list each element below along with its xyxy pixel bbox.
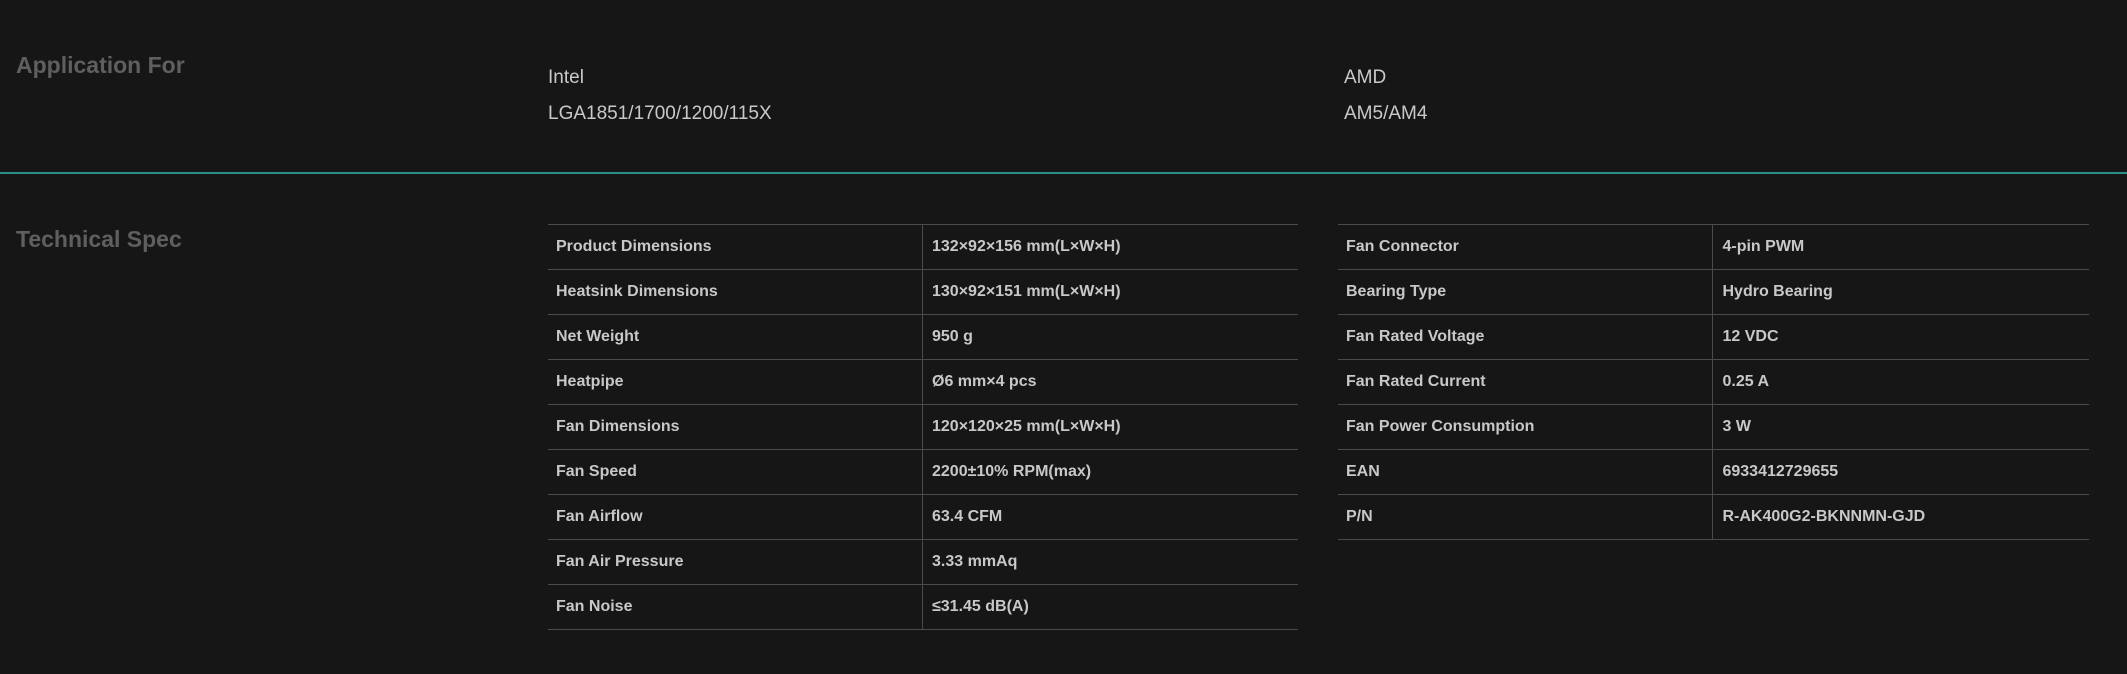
spec-label: Bearing Type: [1338, 269, 1714, 315]
table-row: Fan Noise ≤31.45 dB(A): [548, 584, 1298, 630]
section-divider: [0, 172, 2127, 174]
spec-value: 4-pin PWM: [1712, 224, 2089, 270]
spec-label: Heatsink Dimensions: [548, 269, 923, 315]
intel-sockets: LGA1851/1700/1200/115X: [548, 103, 772, 124]
spec-label: Fan Noise: [548, 584, 923, 630]
table-row: Fan Power Consumption 3 W: [1338, 404, 2089, 450]
table-row: Product Dimensions 132×92×156 mm(L×W×H): [548, 224, 1298, 270]
table-row: Fan Rated Current 0.25 A: [1338, 359, 2089, 405]
spec-value: 6933412729655: [1712, 449, 2089, 495]
spec-label: Fan Connector: [1338, 224, 1714, 270]
spec-label: Heatpipe: [548, 359, 923, 405]
platform-amd: AMD AM5/AM4: [1344, 60, 1427, 132]
table-row: Bearing Type Hydro Bearing: [1338, 269, 2089, 315]
table-row: Heatpipe Ø6 mm×4 pcs: [548, 359, 1298, 405]
table-row: P/N R-AK400G2-BKNNMN-GJD: [1338, 494, 2089, 540]
table-row: Net Weight 950 g: [548, 314, 1298, 360]
table-row: Fan Speed 2200±10% RPM(max): [548, 449, 1298, 495]
table-row: Fan Air Pressure 3.33 mmAq: [548, 539, 1298, 585]
spec-label: Fan Power Consumption: [1338, 404, 1714, 450]
spec-label: Fan Rated Current: [1338, 359, 1714, 405]
spec-label: Fan Rated Voltage: [1338, 314, 1714, 360]
application-for-heading: Application For: [16, 52, 185, 78]
spec-label: Net Weight: [548, 314, 923, 360]
spec-value: 120×120×25 mm(L×W×H): [922, 404, 1298, 450]
spec-value: R-AK400G2-BKNNMN-GJD: [1712, 494, 2089, 540]
spec-label: Product Dimensions: [548, 224, 923, 270]
spec-value: 3.33 mmAq: [922, 539, 1298, 585]
table-row: Fan Connector 4-pin PWM: [1338, 224, 2089, 270]
spec-value: ≤31.45 dB(A): [922, 584, 1298, 630]
spec-value: 130×92×151 mm(L×W×H): [922, 269, 1298, 315]
spec-label: P/N: [1338, 494, 1714, 540]
table-row: Heatsink Dimensions 130×92×151 mm(L×W×H): [548, 269, 1298, 315]
spec-value: 3 W: [1712, 404, 2089, 450]
platform-intel: Intel LGA1851/1700/1200/115X: [548, 60, 772, 132]
spec-table-left: Product Dimensions 132×92×156 mm(L×W×H) H…: [548, 224, 1298, 630]
spec-label: Fan Airflow: [548, 494, 923, 540]
spec-value: Ø6 mm×4 pcs: [922, 359, 1298, 405]
table-row: EAN 6933412729655: [1338, 449, 2089, 495]
spec-label: EAN: [1338, 449, 1714, 495]
amd-name: AMD: [1344, 67, 1387, 88]
spec-value: 132×92×156 mm(L×W×H): [922, 224, 1298, 270]
intel-name: Intel: [548, 67, 584, 88]
table-row: Fan Dimensions 120×120×25 mm(L×W×H): [548, 404, 1298, 450]
spec-value: 63.4 CFM: [922, 494, 1298, 540]
spec-value: 12 VDC: [1712, 314, 2089, 360]
technical-spec-heading: Technical Spec: [16, 226, 182, 252]
spec-label: Fan Speed: [548, 449, 923, 495]
spec-value: 950 g: [922, 314, 1298, 360]
spec-value: 2200±10% RPM(max): [922, 449, 1298, 495]
table-row: Fan Rated Voltage 12 VDC: [1338, 314, 2089, 360]
spec-label: Fan Dimensions: [548, 404, 923, 450]
amd-sockets: AM5/AM4: [1344, 103, 1428, 124]
spec-value: Hydro Bearing: [1712, 269, 2089, 315]
spec-label: Fan Air Pressure: [548, 539, 923, 585]
spec-value: 0.25 A: [1712, 359, 2089, 405]
table-row: Fan Airflow 63.4 CFM: [548, 494, 1298, 540]
spec-table-right: Fan Connector 4-pin PWM Bearing Type Hydro…: [1338, 224, 2089, 540]
